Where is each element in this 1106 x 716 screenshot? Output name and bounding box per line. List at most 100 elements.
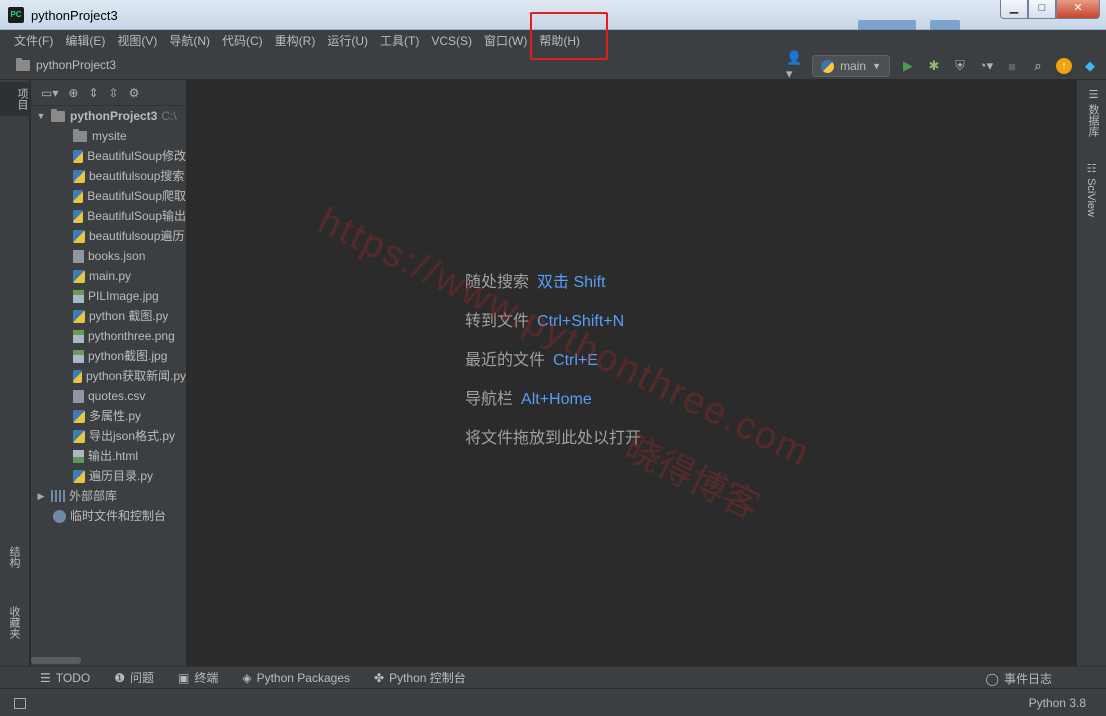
project-tree: ▼ pythonProject3 C:\ mysite BeautifulSoup…	[31, 106, 186, 526]
tab-project-label: 项目	[16, 88, 28, 110]
tool-window-toggle-icon[interactable]	[14, 698, 26, 709]
tab-python-console[interactable]: ✤ Python 控制台	[374, 669, 466, 686]
tab-structure[interactable]: 结构	[6, 546, 22, 568]
chevron-down-icon[interactable]: ▼	[35, 106, 47, 126]
image-file-icon	[73, 349, 84, 363]
image-file-icon	[73, 329, 84, 343]
tree-file[interactable]: 遍历目录.py	[31, 466, 186, 486]
project-view-dropdown-icon[interactable]: ▭▾	[41, 86, 58, 100]
menu-vcs[interactable]: VCS(S)	[425, 30, 478, 52]
menu-tools[interactable]: 工具(T)	[374, 30, 425, 52]
run-configuration-select[interactable]: main ▼	[812, 55, 890, 77]
tree-file[interactable]: 导出json格式.py	[31, 426, 186, 446]
tree-file[interactable]: pythonthree.png	[31, 326, 186, 346]
tree-file[interactable]: python截图.jpg	[31, 346, 186, 366]
profile-icon[interactable]: ◔▾	[978, 58, 994, 74]
maximize-button[interactable]: □	[1028, 0, 1056, 19]
collapse-all-icon[interactable]: ⇳	[109, 86, 119, 100]
tree-external-libraries[interactable]: ▶ 外部部库	[31, 486, 186, 506]
tab-terminal[interactable]: ▣ 终端	[178, 669, 218, 686]
tab-problems[interactable]: ❶ 问题	[114, 669, 154, 686]
tree-item-label: python 截图.py	[89, 309, 169, 323]
search-icon[interactable]: ⌕	[1030, 58, 1046, 74]
tree-file[interactable]: 多属性.py	[31, 406, 186, 426]
tree-item-label: main.py	[89, 269, 132, 283]
taskbar-glow-decoration	[930, 20, 960, 30]
text-file-icon	[73, 249, 84, 263]
menu-view[interactable]: 视图(V)	[111, 30, 163, 52]
html-file-icon	[73, 449, 84, 463]
tree-file[interactable]: BeautifulSoup输出	[31, 206, 186, 226]
hint-drop-files: 将文件拖放到此处以打开	[465, 424, 641, 448]
tree-item-label: BeautifulSoup爬取	[87, 189, 186, 203]
tree-scratches[interactable]: 临时文件和控制台	[31, 506, 186, 526]
python-file-icon	[73, 169, 85, 183]
hint-label: 导航栏	[465, 391, 514, 408]
tree-file[interactable]: python 截图.py	[31, 306, 186, 326]
tree-folder[interactable]: mysite	[31, 126, 186, 146]
tree-item-label: mysite	[92, 129, 127, 143]
breadcrumb[interactable]: pythonProject3	[16, 57, 116, 72]
tab-project[interactable]: 项目	[0, 82, 30, 116]
tree-file[interactable]: beautifulsoup搜索	[31, 166, 186, 186]
menu-run[interactable]: 运行(U)	[321, 30, 374, 52]
stop-icon[interactable]: ■	[1004, 58, 1020, 74]
scratches-icon	[53, 509, 66, 523]
right-tool-strip: ☰ 数据库 ☷ SciView	[1076, 80, 1106, 666]
tab-sciview[interactable]: ☷ SciView	[1085, 162, 1098, 217]
debug-icon[interactable]: ✱	[926, 58, 942, 74]
python-interpreter-status[interactable]: Python 3.8	[1029, 696, 1086, 710]
menu-navigate[interactable]: 导航(N)	[163, 30, 216, 52]
layers-icon: ◈	[242, 670, 252, 685]
tab-event-log[interactable]: ◯ 事件日志	[986, 670, 1052, 687]
tree-file[interactable]: main.py	[31, 266, 186, 286]
tree-external-libraries-label: 外部部库	[69, 489, 118, 503]
horizontal-scrollbar[interactable]	[31, 657, 81, 664]
tree-file[interactable]: BeautifulSoup爬取	[31, 186, 186, 206]
tree-file[interactable]: PILImage.jpg	[31, 286, 186, 306]
menu-code[interactable]: 代码(C)	[216, 30, 269, 52]
menu-file[interactable]: 文件(F)	[8, 30, 59, 52]
tree-item-label: pythonthree.png	[88, 329, 175, 343]
run-with-coverage-icon[interactable]: ⛨	[952, 58, 968, 74]
main-toolbar: 👤▾ main ▼ ▶ ✱ ⛨ ◔▾ ■ ⌕ ↑ ◆	[786, 50, 1098, 81]
user-account-icon[interactable]: 👤▾	[786, 50, 802, 81]
tree-file[interactable]: beautifulsoup遍历	[31, 226, 186, 246]
pycharm-logo-icon: PC	[8, 7, 24, 23]
image-file-icon	[73, 289, 84, 303]
code-with-me-icon[interactable]: ◆	[1082, 58, 1098, 74]
text-file-icon	[73, 389, 84, 403]
tree-root[interactable]: ▼ pythonProject3 C:\	[31, 106, 186, 126]
tree-item-label: quotes.csv	[88, 389, 146, 403]
tab-python-packages[interactable]: ◈ Python Packages	[242, 671, 350, 685]
update-icon[interactable]: ↑	[1056, 58, 1072, 74]
tree-root-path: C:\	[161, 109, 177, 123]
tab-todo-label: TODO	[55, 670, 91, 685]
menu-window[interactable]: 窗口(W)	[478, 30, 533, 52]
tab-python-packages-label: Python Packages	[256, 670, 350, 685]
tree-file[interactable]: 输出.html	[31, 446, 186, 466]
hint-label: 将文件拖放到此处以打开	[465, 430, 642, 447]
menu-edit[interactable]: 编辑(E)	[59, 30, 111, 52]
locate-file-icon[interactable]: ⊕	[68, 86, 78, 100]
hint-shortcut: Alt+Home	[521, 391, 592, 408]
tree-file[interactable]: python获取新闻.py	[31, 366, 186, 386]
breadcrumb-project[interactable]: pythonProject3	[36, 58, 116, 72]
chevron-right-icon[interactable]: ▶	[35, 486, 47, 506]
python-file-icon	[73, 149, 84, 163]
gear-icon[interactable]: ⚙	[129, 86, 140, 100]
menu-refactor[interactable]: 重构(R)	[269, 30, 322, 52]
tab-database[interactable]: ☰ 数据库	[1085, 88, 1101, 137]
terminal-icon: ▣	[178, 670, 190, 685]
tree-file[interactable]: BeautifulSoup修改	[31, 146, 186, 166]
tab-todo[interactable]: ☰ TODO	[40, 671, 90, 685]
tree-file[interactable]: books.json	[31, 246, 186, 266]
tree-file[interactable]: quotes.csv	[31, 386, 186, 406]
close-button[interactable]: ✕	[1056, 0, 1100, 19]
expand-all-icon[interactable]: ⇕	[88, 86, 98, 100]
python-file-icon	[73, 469, 85, 483]
run-icon[interactable]: ▶	[900, 58, 916, 74]
python-console-icon: ✤	[374, 670, 385, 685]
minimize-button[interactable]: ▁	[1000, 0, 1028, 19]
tab-favorites[interactable]: 收藏夹	[6, 606, 22, 639]
